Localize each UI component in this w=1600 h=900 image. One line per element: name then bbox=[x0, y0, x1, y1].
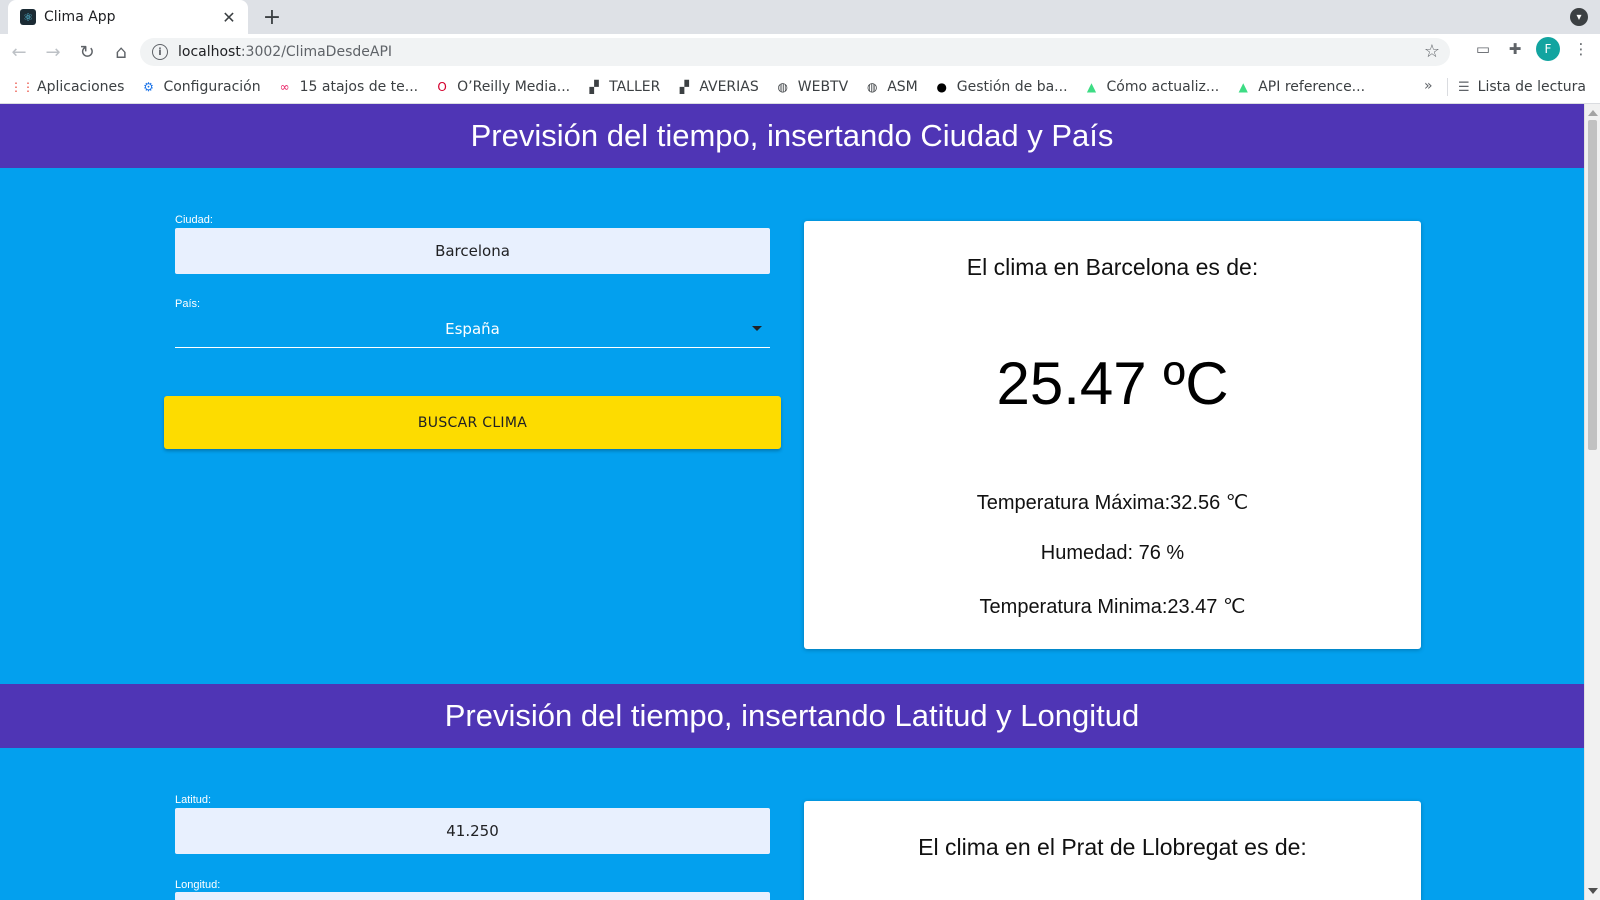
bookmarks-bar: ⋮⋮ Aplicaciones ⚙ Configuración ∞ 15 atajos… bbox=[0, 70, 1600, 104]
bookmark-webtv[interactable]: ◍ WEBTV bbox=[775, 78, 849, 95]
android-icon: ▲ bbox=[1086, 79, 1097, 94]
bookmark-configuracion[interactable]: ⚙ Configuración bbox=[140, 78, 261, 95]
more-bookmarks-button[interactable]: » bbox=[1424, 78, 1433, 94]
result-temperature: 25.47 ºC bbox=[996, 350, 1229, 417]
bookmark-label: WEBTV bbox=[797, 78, 849, 95]
bookmark-averias[interactable]: ▞ AVERIAS bbox=[676, 78, 759, 95]
browser-toolbar: ← → ↻ ⌂ i localhost:3002/ClimaDesdeAPI ☆… bbox=[0, 34, 1600, 70]
chart-icon: ▞ bbox=[589, 79, 599, 94]
scrollbar-thumb[interactable] bbox=[1588, 120, 1597, 450]
url-host: localhost bbox=[178, 44, 241, 60]
close-icon[interactable]: ✕ bbox=[220, 8, 238, 27]
reading-list-button[interactable]: ☰ Lista de lectura bbox=[1458, 70, 1586, 104]
result-title: El clima en Barcelona es de: bbox=[966, 254, 1259, 280]
oreilly-icon: O bbox=[437, 79, 447, 94]
android-icon: ▲ bbox=[1238, 79, 1248, 94]
bookmark-label: Gestión de ba... bbox=[956, 78, 1068, 95]
bookmark-asm[interactable]: ◍ ASM bbox=[864, 79, 918, 95]
back-arrow-icon[interactable]: ← bbox=[4, 37, 34, 67]
bookmark-oreilly[interactable]: O O’Reilly Media... bbox=[434, 79, 570, 95]
tab-title: Clima App bbox=[44, 9, 116, 25]
result-max-temperature: Temperatura Máxima:32.56 ℃ bbox=[976, 492, 1249, 514]
bookmark-label: Aplicaciones bbox=[37, 78, 125, 95]
scroll-down-icon[interactable] bbox=[1588, 888, 1598, 894]
scroll-up-icon[interactable] bbox=[1588, 110, 1598, 116]
section-header-coords: Previsión del tiempo, insertando Latitud… bbox=[0, 684, 1584, 748]
result-humidity: Humedad: 76 % bbox=[1040, 542, 1185, 564]
bookmark-atajos[interactable]: ∞ 15 atajos de te... bbox=[277, 79, 419, 95]
bookmark-label: TALLER bbox=[609, 78, 661, 95]
bookmark-label: Cómo actualiz... bbox=[1106, 78, 1220, 95]
city-label: Ciudad: bbox=[175, 214, 213, 226]
infinity-icon: ∞ bbox=[279, 79, 290, 94]
bookmark-api-reference[interactable]: ▲ API reference... bbox=[1235, 79, 1365, 95]
bookmark-como-actualiz[interactable]: ▲ Cómo actualiz... bbox=[1084, 78, 1220, 95]
coords-result-title: El clima en el Prat de Llobregat es de: bbox=[918, 834, 1307, 860]
page-content: Previsión del tiempo, insertando Ciudad … bbox=[0, 104, 1584, 900]
reload-icon[interactable]: ↻ bbox=[72, 37, 102, 67]
chart-icon: ▞ bbox=[679, 79, 689, 94]
gear-icon: ⚙ bbox=[143, 79, 154, 94]
bookmark-label: AVERIAS bbox=[699, 78, 759, 95]
coords-result-card: El clima en el Prat de Llobregat es de: bbox=[804, 801, 1421, 900]
latitude-label: Latitud: bbox=[175, 794, 212, 806]
bookmark-label: Configuración bbox=[163, 78, 261, 95]
address-bar[interactable]: i localhost:3002/ClimaDesdeAPI ☆ bbox=[140, 38, 1450, 66]
bookmark-label: O’Reilly Media... bbox=[457, 78, 571, 95]
latitude-input[interactable] bbox=[175, 808, 770, 854]
country-select-value: España bbox=[445, 319, 500, 338]
reading-list-label: Lista de lectura bbox=[1477, 79, 1587, 95]
tab-clima-app[interactable]: ⚛ Clima App ✕ bbox=[8, 0, 248, 34]
star-icon[interactable]: ☆ bbox=[1424, 41, 1440, 62]
city-input[interactable] bbox=[175, 228, 770, 274]
bookmark-aplicaciones[interactable]: ⋮⋮ Aplicaciones bbox=[10, 78, 125, 95]
chevron-down-icon[interactable]: ▾ bbox=[1570, 8, 1588, 26]
forward-arrow-icon[interactable]: → bbox=[38, 37, 68, 67]
menu-kebab-icon[interactable]: ⋮ bbox=[1570, 38, 1592, 60]
globe-icon: ◍ bbox=[866, 79, 878, 94]
new-tab-button[interactable]: + bbox=[259, 4, 285, 30]
longitude-label: Longitud: bbox=[175, 879, 221, 891]
weather-result-card: El clima en Barcelona es de: 25.47 ºC Te… bbox=[804, 221, 1421, 649]
result-min-temperature: Temperatura Minima:23.47 ℃ bbox=[979, 596, 1246, 618]
search-weather-button[interactable]: BUSCAR CLIMA bbox=[164, 396, 781, 449]
extensions-icon[interactable]: ✚ bbox=[1504, 38, 1526, 60]
dropdown-caret-icon bbox=[752, 326, 762, 331]
reading-list-icon: ☰ bbox=[1458, 79, 1470, 95]
react-icon: ⚛ bbox=[20, 9, 36, 25]
globe-icon: ◍ bbox=[777, 79, 788, 94]
section-header-city: Previsión del tiempo, insertando Ciudad … bbox=[0, 104, 1584, 168]
cast-icon[interactable]: ▭ bbox=[1472, 38, 1494, 60]
bookmark-gestion[interactable]: ● Gestión de ba... bbox=[934, 78, 1068, 95]
country-select[interactable]: España bbox=[175, 310, 770, 348]
toolbar-actions: ▭ ✚ F ⋮ bbox=[1472, 37, 1592, 61]
bookmark-taller[interactable]: ▞ TALLER bbox=[586, 79, 660, 95]
bookmark-label: API reference... bbox=[1258, 78, 1366, 95]
apps-grid-icon: ⋮⋮ bbox=[10, 79, 34, 94]
url-path: :3002/ClimaDesdeAPI bbox=[240, 44, 393, 60]
github-icon: ● bbox=[936, 79, 947, 94]
country-label: País: bbox=[175, 298, 201, 310]
bookmark-label: 15 atajos de te... bbox=[299, 78, 419, 95]
info-icon[interactable]: i bbox=[152, 44, 168, 60]
page-scrollbar[interactable] bbox=[1584, 104, 1600, 900]
bookmark-divider bbox=[1447, 78, 1448, 96]
tab-strip: ⚛ Clima App ✕ + ▾ bbox=[0, 0, 1600, 34]
profile-avatar[interactable]: F bbox=[1536, 37, 1560, 61]
longitude-input[interactable] bbox=[175, 892, 770, 900]
home-icon[interactable]: ⌂ bbox=[106, 37, 136, 67]
bookmark-label: ASM bbox=[887, 78, 918, 95]
